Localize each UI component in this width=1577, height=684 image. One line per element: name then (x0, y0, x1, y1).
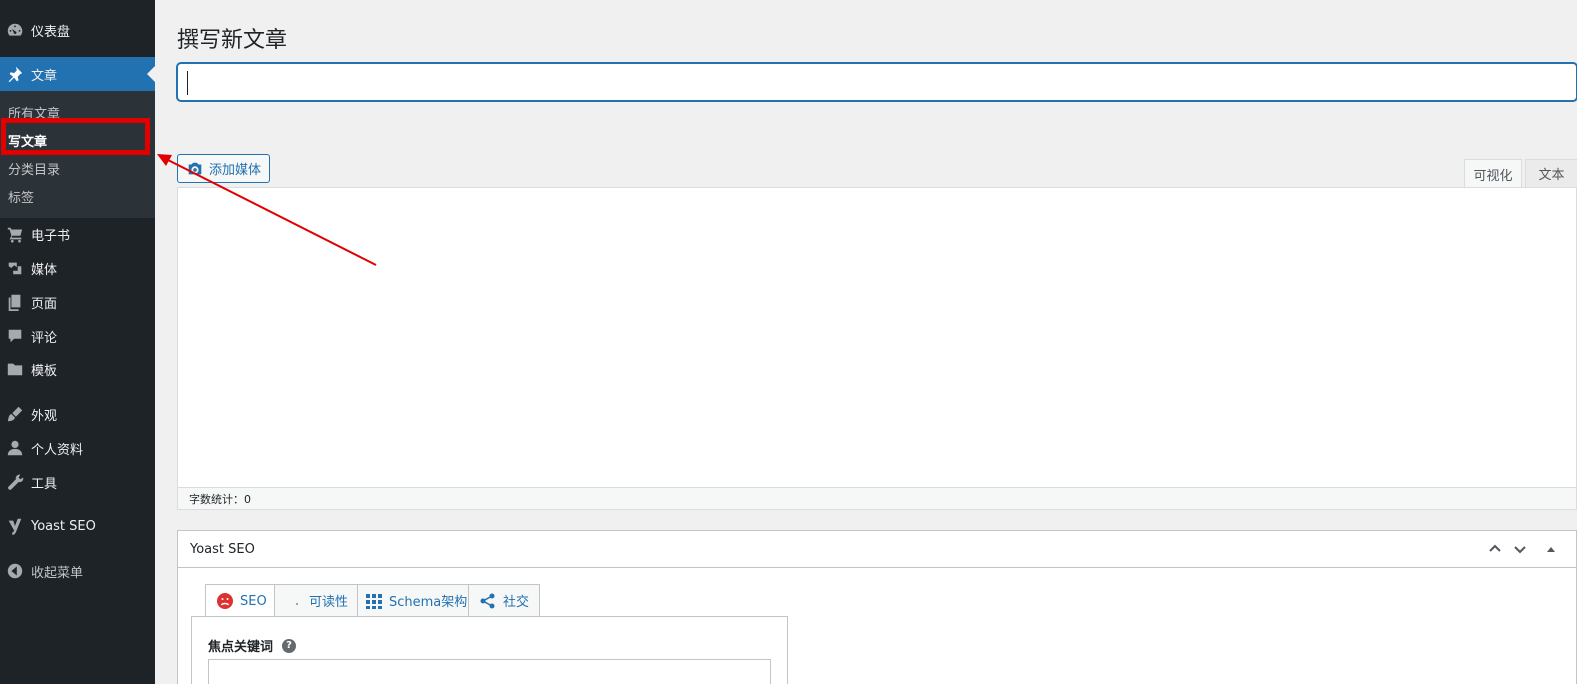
media-icon (5, 258, 25, 278)
menu-profile[interactable]: 个人资料 (0, 431, 155, 465)
tab-label: 可读性 (309, 595, 349, 610)
menu-tools[interactable]: 工具 (0, 465, 155, 499)
focus-keyword-input[interactable] (208, 659, 771, 684)
menu-ebook[interactable]: 电子书 (0, 217, 155, 251)
comment-icon (5, 326, 25, 346)
yoast-seo-metabox: Yoast SEO SEO 可读性 Schema架构 社交 焦点关键词 ? (177, 530, 1577, 684)
menu-label: 工具 (31, 476, 58, 492)
content-editor[interactable] (177, 187, 1577, 488)
menu-label: 收起菜单 (31, 565, 84, 581)
help-icon[interactable]: ? (282, 638, 297, 653)
chevron-down-icon (1514, 546, 1526, 554)
menu-label: 文章 (31, 68, 58, 84)
word-count-bar: 字数统计：0 (177, 487, 1577, 510)
menu-posts[interactable]: 文章 (0, 57, 155, 91)
menu-label: 仪表盘 (31, 24, 71, 40)
menu-comments[interactable]: 评论 (0, 319, 155, 353)
submenu-categories[interactable]: 分类目录 (8, 156, 60, 180)
yoast-tab-seo[interactable]: SEO (205, 584, 275, 618)
menu-yoast-seo[interactable]: Yoast SEO (0, 509, 155, 543)
yoast-icon (5, 516, 25, 536)
highlight-annotation-box (1, 118, 150, 155)
yoast-seo-panel: 焦点关键词 ? (191, 616, 788, 684)
menu-appearance[interactable]: 外观 (0, 397, 155, 431)
tab-text[interactable]: 文本 (1525, 159, 1577, 188)
menu-dashboard[interactable]: 仪表盘 (0, 13, 155, 47)
focus-keyword-label: 焦点关键词 ? (208, 636, 297, 655)
tab-visual[interactable]: 可视化 (1464, 159, 1522, 188)
toggle-panel-button[interactable] (1542, 540, 1560, 558)
yoast-tab-readability[interactable]: 可读性 (274, 584, 358, 617)
menu-label: 电子书 (31, 228, 71, 244)
pages-icon (5, 292, 25, 312)
folder-icon (5, 359, 25, 379)
menu-label: 页面 (31, 296, 58, 312)
menu-pages[interactable]: 页面 (0, 285, 155, 319)
menu-label: 媒体 (31, 262, 58, 278)
focus-keyword-text: 焦点关键词 (208, 640, 274, 655)
share-icon (480, 593, 495, 608)
dashboard-icon (5, 20, 25, 40)
menu-media[interactable]: 媒体 (0, 251, 155, 285)
move-down-button[interactable] (1511, 540, 1529, 558)
chevron-up-icon (1489, 544, 1501, 552)
triangle-up-icon (1547, 547, 1555, 552)
menu-label: 外观 (31, 408, 58, 424)
menu-templates[interactable]: 模板 (0, 352, 155, 386)
menu-label: Yoast SEO (31, 518, 96, 534)
tab-label: 社交 (503, 595, 530, 610)
move-up-button[interactable] (1486, 540, 1504, 558)
yoast-tab-social[interactable]: 社交 (468, 584, 540, 617)
wrench-icon (5, 472, 25, 492)
collapse-icon (5, 561, 25, 581)
yoast-header: Yoast SEO (178, 531, 1576, 568)
sad-face-icon (217, 593, 233, 609)
tab-label: SEO (240, 593, 267, 609)
menu-label: 模板 (31, 363, 58, 379)
brush-icon (5, 404, 25, 424)
post-title-input[interactable] (177, 63, 1577, 101)
cart-icon (5, 224, 25, 244)
pin-icon (5, 64, 25, 84)
text-caret (187, 71, 188, 95)
submenu-tags[interactable]: 标签 (8, 184, 34, 208)
add-media-button[interactable]: 添加媒体 (177, 154, 270, 183)
yoast-tab-schema[interactable]: Schema架构 (357, 584, 469, 617)
tab-label: Schema架构 (389, 595, 468, 610)
word-count: 字数统计：0 (189, 492, 251, 506)
grid-icon (366, 593, 382, 609)
camera-icon (188, 162, 202, 174)
user-icon (5, 438, 25, 458)
collapse-menu-button[interactable]: 收起菜单 (0, 554, 155, 588)
page-title: 撰写新文章 (177, 28, 288, 53)
add-media-label: 添加媒体 (209, 163, 262, 178)
menu-label: 评论 (31, 330, 58, 346)
yoast-title: Yoast SEO (190, 541, 255, 557)
dot-icon (296, 602, 298, 605)
admin-sidebar: 仪表盘 文章 所有文章 写文章 分类目录 标签 电子书 媒体 页面 评论 模板 … (0, 0, 155, 684)
menu-label: 个人资料 (31, 442, 84, 458)
